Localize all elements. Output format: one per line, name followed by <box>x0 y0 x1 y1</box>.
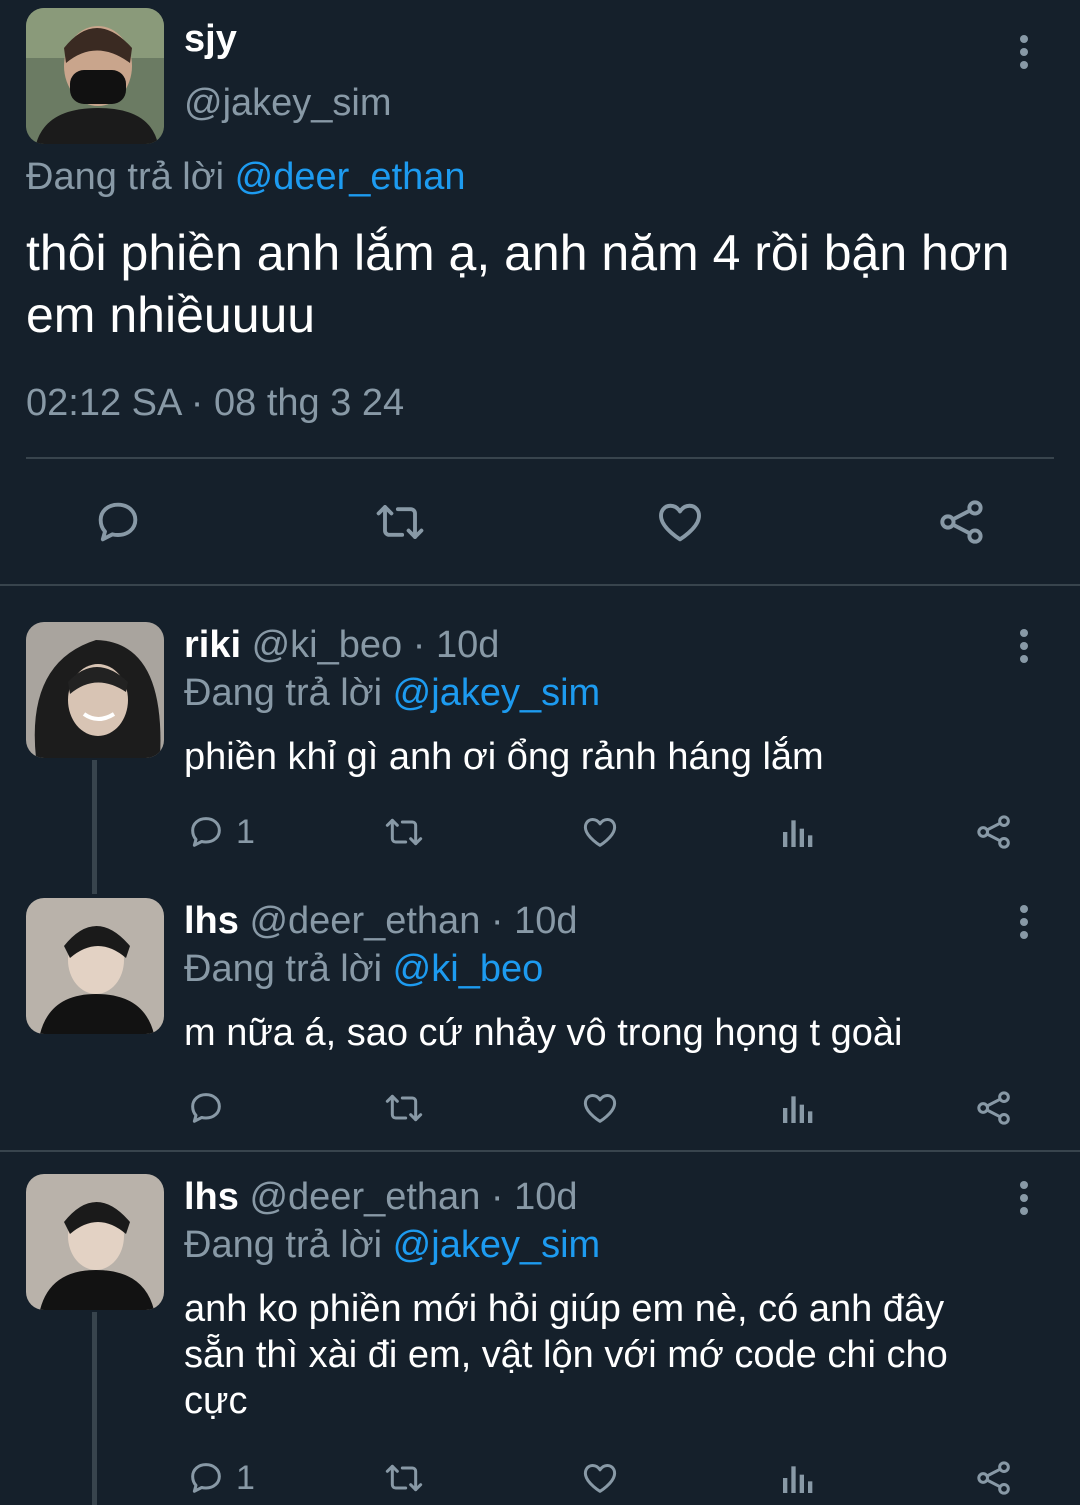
reply-context-prefix: Đang trả lời <box>184 672 383 714</box>
reply-to-link[interactable]: @jakey_sim <box>393 1224 601 1266</box>
heart-icon <box>583 1094 617 1123</box>
main-like-button[interactable] <box>654 496 706 548</box>
share-icon <box>977 815 1010 849</box>
like-button[interactable] <box>580 812 620 852</box>
reply-text-line: m nữa á, sao cứ nhảy vô trong họng t goà… <box>184 1012 903 1054</box>
reply-text: m nữa á, sao cứ nhảy vô trong họng t goà… <box>184 1010 1054 1056</box>
reply-icon <box>191 817 221 847</box>
views-button[interactable] <box>778 812 818 852</box>
like-button[interactable] <box>580 1458 620 1498</box>
main-reply-button[interactable] <box>92 496 144 548</box>
views-icon <box>783 1466 813 1493</box>
reply-button[interactable]: 1 <box>186 1458 255 1498</box>
reply-to-link[interactable]: @jakey_sim <box>393 672 601 714</box>
thread-line <box>92 1312 97 1505</box>
reply-context-prefix: Đang trả lời <box>184 948 383 990</box>
reply-icon <box>191 1463 221 1493</box>
reply-context: Đang trả lời @jakey_sim <box>184 672 600 715</box>
reply-count: 1 <box>236 1458 255 1497</box>
more-vertical-icon[interactable] <box>1004 32 1044 72</box>
section-divider <box>0 1150 1080 1152</box>
reply-to-link[interactable]: @ki_beo <box>393 948 544 990</box>
reply-context-prefix: Đang trả lời <box>184 1224 383 1266</box>
reply-text: phiền khỉ gì anh ơi ổng rảnh háng lắm <box>184 734 1054 780</box>
reply-header: lhs @deer_ethan · 10d <box>184 1176 578 1219</box>
main-handle[interactable]: @jakey_sim <box>184 82 392 125</box>
like-button[interactable] <box>580 1088 620 1128</box>
main-timestamp[interactable]: 02:12 SA · 08 thg 3 24 <box>26 382 404 425</box>
heart-icon <box>659 503 701 542</box>
reply-display-name[interactable]: riki <box>184 624 241 666</box>
views-button[interactable] <box>778 1458 818 1498</box>
reply-text-line: phiền khỉ gì anh ơi ổng rảnh háng lắm <box>184 736 824 778</box>
reply-button[interactable]: 1 <box>186 812 255 852</box>
reply-to-link[interactable]: @deer_ethan <box>235 156 466 198</box>
share-icon <box>940 500 983 544</box>
main-share-button[interactable] <box>936 496 988 548</box>
reply-text: anh ko phiền mới hỏi giúp em nè, có anh … <box>184 1286 1064 1424</box>
reply-text-line: cực <box>184 1380 248 1422</box>
more-vertical-icon[interactable] <box>1004 902 1044 942</box>
avatar-lhs[interactable] <box>26 898 164 1034</box>
share-button[interactable] <box>974 1088 1014 1128</box>
retweet-icon <box>385 1464 423 1492</box>
retweet-button[interactable] <box>380 1088 428 1128</box>
main-retweet-button[interactable] <box>370 496 430 548</box>
reply-time[interactable]: · 10d <box>413 624 500 666</box>
share-icon <box>977 1461 1010 1495</box>
reply-count: 1 <box>236 812 255 851</box>
more-vertical-icon[interactable] <box>1004 1178 1044 1218</box>
avatar-lhs[interactable] <box>26 1174 164 1310</box>
main-reply-context: Đang trả lời @deer_ethan <box>26 156 466 199</box>
heart-icon <box>583 1464 617 1493</box>
reply-context: Đang trả lời @ki_beo <box>184 948 543 991</box>
thread-line <box>92 760 97 894</box>
reply-context-prefix: Đang trả lời <box>26 156 225 198</box>
reply-text-line: sẵn thì xài đi em, vật lộn với mớ code c… <box>184 1334 948 1376</box>
reply-display-name[interactable]: lhs <box>184 900 239 942</box>
reply-handle[interactable]: @deer_ethan <box>249 900 480 942</box>
heart-icon <box>583 818 617 847</box>
share-button[interactable] <box>974 812 1014 852</box>
retweet-icon <box>385 1094 423 1122</box>
reply-display-name[interactable]: lhs <box>184 1176 239 1218</box>
reply-time[interactable]: · 10d <box>491 900 578 942</box>
section-divider <box>0 584 1080 586</box>
views-icon <box>783 820 813 847</box>
avatar-main[interactable] <box>26 8 164 144</box>
reply-handle[interactable]: @ki_beo <box>252 624 403 666</box>
main-display-name[interactable]: sjy <box>184 18 237 61</box>
views-icon <box>783 1096 813 1123</box>
reply-header: riki @ki_beo · 10d <box>184 624 499 667</box>
share-button[interactable] <box>974 1458 1014 1498</box>
reply-text-line: anh ko phiền mới hỏi giúp em nè, có anh … <box>184 1288 945 1330</box>
views-button[interactable] <box>778 1088 818 1128</box>
share-icon <box>977 1091 1010 1125</box>
retweet-button[interactable] <box>380 812 428 852</box>
reply-time[interactable]: · 10d <box>491 1176 578 1218</box>
reply-context: Đang trả lời @jakey_sim <box>184 1224 600 1267</box>
retweet-icon <box>376 505 424 539</box>
retweet-icon <box>385 818 423 846</box>
reply-button[interactable] <box>186 1088 236 1128</box>
retweet-button[interactable] <box>380 1458 428 1498</box>
main-tweet-text: thôi phiền anh lắm ạ, anh năm 4 rồi bận … <box>26 225 1010 343</box>
main-divider <box>26 457 1054 459</box>
reply-icon <box>191 1093 221 1123</box>
reply-header: lhs @deer_ethan · 10d <box>184 900 578 943</box>
avatar-riki[interactable] <box>26 622 164 758</box>
reply-handle[interactable]: @deer_ethan <box>249 1176 480 1218</box>
more-vertical-icon[interactable] <box>1004 626 1044 666</box>
reply-icon <box>98 502 138 542</box>
